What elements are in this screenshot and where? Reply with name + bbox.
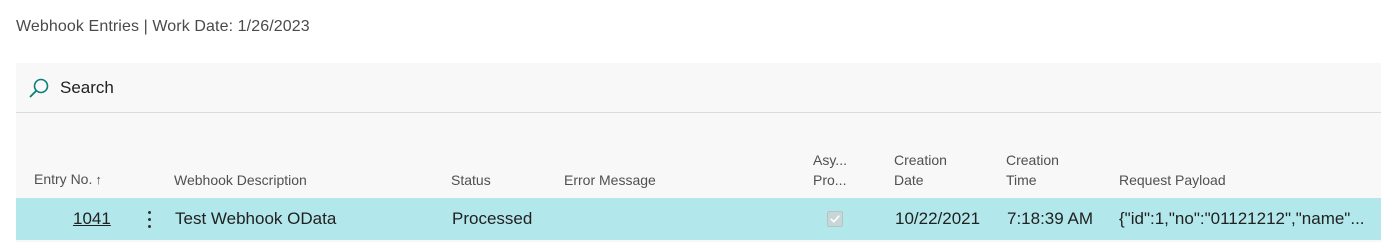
status-cell: Processed — [452, 209, 533, 228]
async-processing-checkbox — [827, 211, 843, 227]
column-header-creation-date-line1: Creation — [894, 152, 947, 168]
table-header-row: Entry No. ↑ Webhook Description Status Er… — [16, 147, 1381, 198]
creation-date-cell: 10/22/2021 — [895, 209, 981, 228]
request-payload-cell: {"id":1,"no":"01121212","name"... — [1119, 209, 1365, 228]
column-header-entry-no-label: Entry No. — [34, 171, 93, 187]
column-header-entry-no[interactable]: Entry No. ↑ — [34, 169, 102, 190]
column-header-async-processing[interactable]: Asy... Pro... — [813, 150, 847, 190]
column-header-error-message[interactable]: Error Message — [564, 170, 656, 190]
column-header-async-line2: Pro... — [813, 172, 847, 188]
table-row[interactable]: 1041 Test Webhook OData Processed 10/22/… — [16, 198, 1381, 240]
search-icon — [28, 77, 50, 99]
creation-time-cell: 7:18:39 AM — [1007, 209, 1094, 228]
column-header-request-payload[interactable]: Request Payload — [1119, 170, 1226, 190]
sort-ascending-icon: ↑ — [95, 172, 102, 187]
column-header-creation-time-line2: Time — [1006, 172, 1037, 188]
column-header-creation-date[interactable]: Creation Date — [894, 150, 947, 190]
row-actions-menu-icon[interactable] — [140, 207, 158, 231]
page-title: Webhook Entries | Work Date: 1/26/2023 — [16, 18, 310, 35]
column-header-creation-time-line1: Creation — [1006, 152, 1059, 168]
column-header-webhook-description[interactable]: Webhook Description — [174, 170, 307, 190]
column-header-creation-date-line2: Date — [894, 172, 924, 188]
column-header-creation-time[interactable]: Creation Time — [1006, 150, 1059, 190]
webhook-entries-table: Entry No. ↑ Webhook Description Status Er… — [16, 147, 1381, 240]
entry-no-link[interactable]: 1041 — [73, 198, 111, 240]
column-header-async-line1: Asy... — [813, 152, 847, 168]
search-label: Search — [60, 78, 114, 97]
search-button[interactable]: Search — [28, 75, 114, 101]
column-header-status[interactable]: Status — [451, 170, 491, 190]
list-content-area: Search Entry No. ↑ Webhook Description St… — [16, 63, 1381, 242]
webhook-description-cell: Test Webhook OData — [175, 209, 337, 228]
action-bar: Search — [16, 63, 1381, 113]
page: Webhook Entries | Work Date: 1/26/2023 S… — [0, 0, 1381, 242]
